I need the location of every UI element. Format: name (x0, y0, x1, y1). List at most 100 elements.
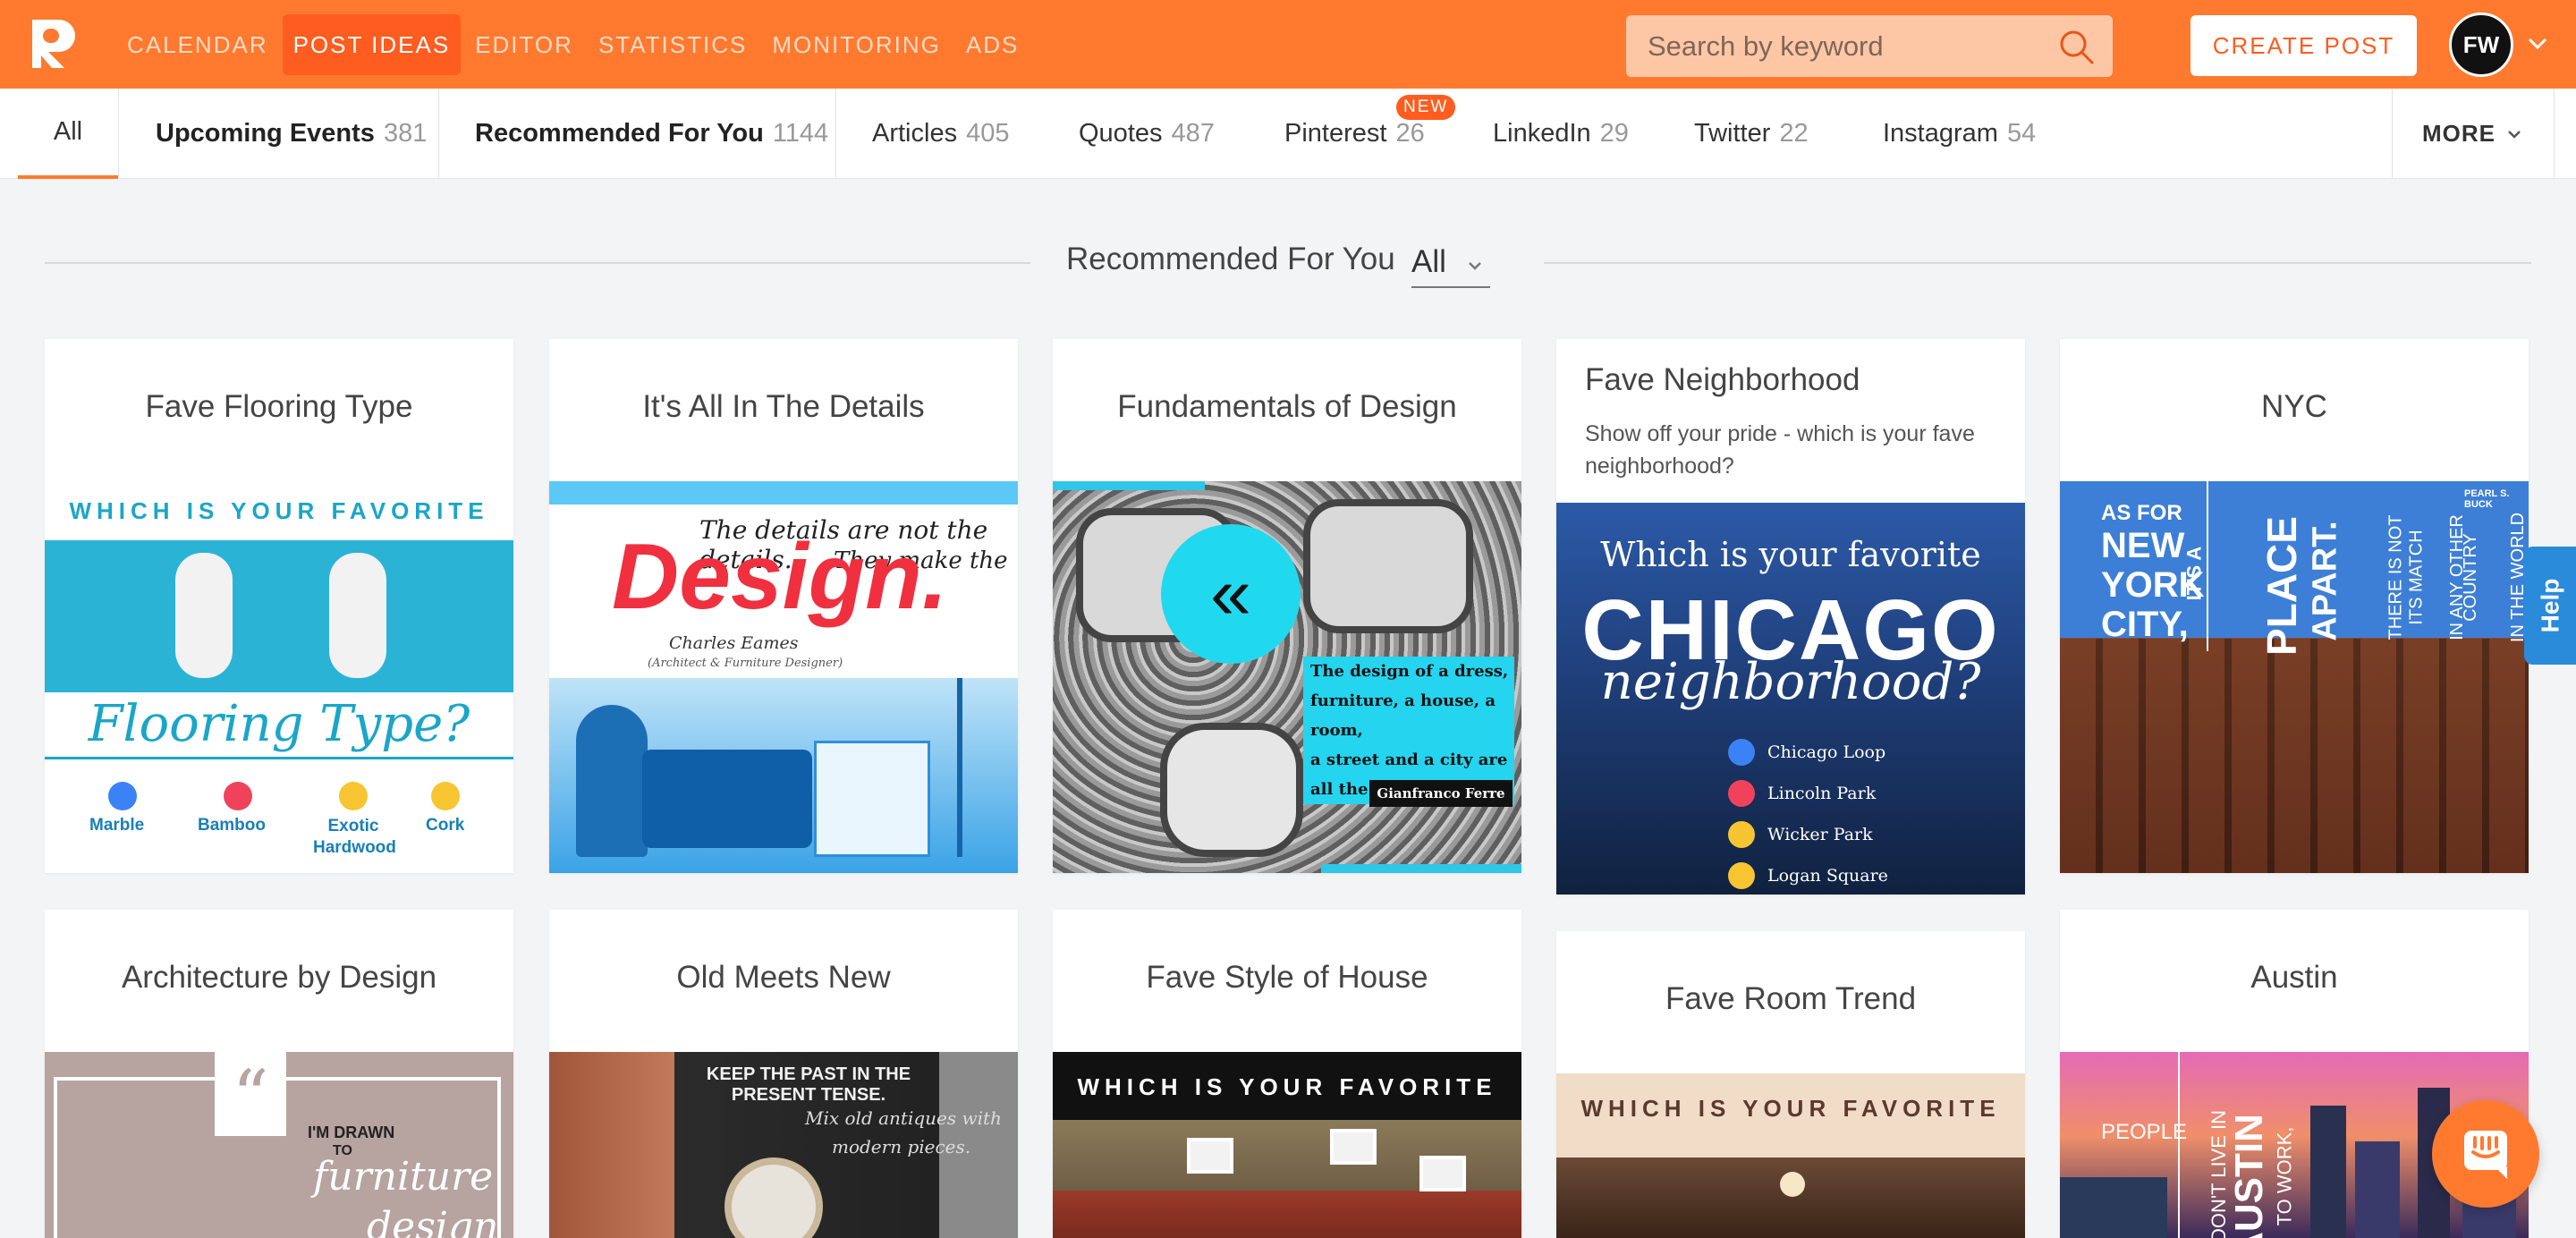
help-label: Help (2536, 578, 2563, 633)
card-image: WHICH IS YOUR FAVORITE (1053, 1052, 1521, 1238)
tab-articles[interactable]: Articles 405 (872, 89, 1009, 179)
tab-count: 1144 (772, 119, 829, 148)
option-label: Bamboo (198, 816, 266, 835)
tab-all[interactable]: All (18, 89, 118, 179)
logo-icon[interactable] (29, 16, 82, 72)
nav-calendar[interactable]: CALENDAR (116, 14, 279, 75)
option-item: Lincoln Park (1728, 773, 1888, 814)
post-idea-card[interactable]: NYC AS FOR NEW YORK CITY, IT'S A PLACE A… (2060, 339, 2529, 873)
tab-label: All (53, 117, 83, 146)
clock-icon (724, 1157, 823, 1238)
option-item: Cork (426, 782, 464, 835)
quote-big-word: Design. (612, 525, 948, 629)
image-script: furniture (313, 1154, 494, 1200)
building-facade (2060, 639, 2529, 873)
card-description: Show off your pride - which is your fave… (1585, 421, 1975, 479)
card-title: Old Meets New (676, 960, 891, 995)
heart-icon (223, 782, 252, 810)
chat-button[interactable] (2432, 1100, 2539, 1208)
tab-count: 22 (1779, 119, 1809, 148)
tabs-bar: All Upcoming Events 381 Recommended For Y… (0, 89, 2576, 179)
card-title: It's All In The Details (642, 389, 925, 424)
tab-twitter[interactable]: Twitter 22 (1694, 89, 1809, 179)
quote-big-word: AUSTIN (2226, 1114, 2271, 1238)
tab-upcoming-events[interactable]: Upcoming Events 381 (156, 89, 427, 179)
search-box (1626, 15, 2113, 77)
more-label: MORE (2422, 120, 2496, 147)
tab-count: 26 (1395, 119, 1425, 148)
sofa-shape (642, 750, 812, 848)
search-input[interactable] (1648, 15, 2041, 77)
tab-label: Articles (872, 119, 958, 148)
filter-select[interactable]: All (1411, 238, 1490, 288)
avatar[interactable]: FW (2449, 13, 2513, 77)
nav-monitoring[interactable]: MONITORING (761, 14, 952, 75)
nav-post-ideas[interactable]: POST IDEAS (282, 14, 462, 75)
card-title: Architecture by Design (121, 960, 437, 995)
nav-ads[interactable]: ADS (955, 14, 1030, 75)
card-image: WHICH IS YOUR FAVORITE (1556, 1073, 2025, 1238)
quote-role: (Architect & Furniture Designer) (648, 657, 843, 670)
divider (1544, 262, 2531, 264)
tab-recommended[interactable]: Recommended For You 1144 (475, 89, 828, 179)
post-idea-card[interactable]: Architecture by Design “ I'M DRAWN TO fu… (45, 910, 513, 1238)
option-label: Logan Square (1767, 866, 1888, 886)
wow-icon (1728, 862, 1755, 889)
help-tab[interactable]: Help (2524, 547, 2576, 665)
search-icon[interactable] (2057, 28, 2095, 65)
nav-editor[interactable]: EDITOR (464, 14, 584, 75)
card-image: The details are not the details. They ma… (549, 481, 1018, 873)
post-idea-card[interactable]: Old Meets New KEEP THE PAST IN THE PRESE… (549, 910, 1018, 1238)
laugh-icon (339, 782, 368, 810)
options-list: Chicago Loop Lincoln Park Wicker Park Lo… (1728, 732, 1888, 895)
tab-label: Upcoming Events (156, 119, 375, 148)
chalk-line: Mix old antiques with (805, 1107, 1002, 1129)
more-tabs-button[interactable]: MORE (2392, 89, 2555, 179)
post-idea-card[interactable]: Fave Style of House WHICH IS YOUR FAVORI… (1053, 910, 1521, 1238)
card-image: Which is your favorite CHICAGO neighborh… (1556, 503, 2025, 895)
chevron-down-icon (1469, 262, 1481, 270)
option-item: Wicker Park (1728, 814, 1888, 855)
post-idea-card[interactable]: Fave Flooring Type WHICH IS YOUR FAVORIT… (45, 339, 513, 873)
like-icon (1728, 739, 1755, 766)
tab-quotes[interactable]: Quotes 487 (1079, 89, 1215, 179)
post-idea-card[interactable]: It's All In The Details The details are … (549, 339, 1018, 873)
tab-count: 381 (383, 119, 428, 148)
section-title: Recommended For You (1066, 242, 1395, 276)
image-banner: WHICH IS YOUR FAVORITE (69, 497, 489, 524)
quote-credit: PEARL S. BUCK (2464, 488, 2510, 510)
tab-label: Twitter (1694, 119, 1771, 148)
option-label: Wicker Park (1767, 825, 1873, 844)
quote-line: APART. (2306, 521, 2344, 641)
card-image: KEEP THE PAST IN THE PRESENT TENSE. Mix … (549, 1052, 1018, 1238)
create-post-button[interactable]: CREATE POST (2190, 15, 2417, 76)
laugh-icon (1728, 821, 1755, 848)
quote-line: IT'S A (2182, 546, 2206, 601)
tab-count: 29 (1599, 119, 1629, 148)
card-title: Austin (2250, 960, 2338, 995)
card-image: « The design of a dress, furniture, a ho… (1053, 481, 1521, 873)
option-label: Exotic Hardwood (313, 817, 396, 857)
tab-instagram[interactable]: Instagram 54 (1883, 89, 2036, 179)
nav-statistics[interactable]: STATISTICS (588, 14, 758, 75)
quote-author: Charles Eames (669, 633, 799, 653)
card-title: Fave Room Trend (1665, 981, 1917, 1016)
image-script: design (367, 1204, 499, 1238)
tab-count: 405 (966, 119, 1010, 148)
post-idea-card[interactable]: Fave Room Trend WHICH IS YOUR FAVORITE (1556, 931, 2025, 1238)
post-idea-card[interactable]: Fundamentals of Design « The design of a… (1053, 339, 1521, 873)
post-idea-card[interactable]: Fave Neighborhood Show off your pride - … (1556, 339, 2025, 895)
option-label: Marble (89, 816, 145, 835)
tab-linkedin[interactable]: LinkedIn 29 (1493, 89, 1629, 179)
quote-line: COUNTRY (2460, 533, 2480, 622)
image-banner: WHICH IS YOUR FAVORITE (1580, 1095, 2001, 1122)
quote-column: IT'S A PLACE APART. (2182, 499, 2382, 660)
house-photo (1053, 1120, 1521, 1238)
chevron-down-icon[interactable] (2524, 30, 2551, 57)
option-item: Chicago Loop (1728, 732, 1888, 773)
quote-line: The design of a dress, (1310, 662, 1509, 681)
dresser-shape (814, 741, 930, 857)
divider (835, 89, 836, 179)
floor-photo (45, 540, 513, 692)
option-item: Bamboo (198, 782, 266, 835)
